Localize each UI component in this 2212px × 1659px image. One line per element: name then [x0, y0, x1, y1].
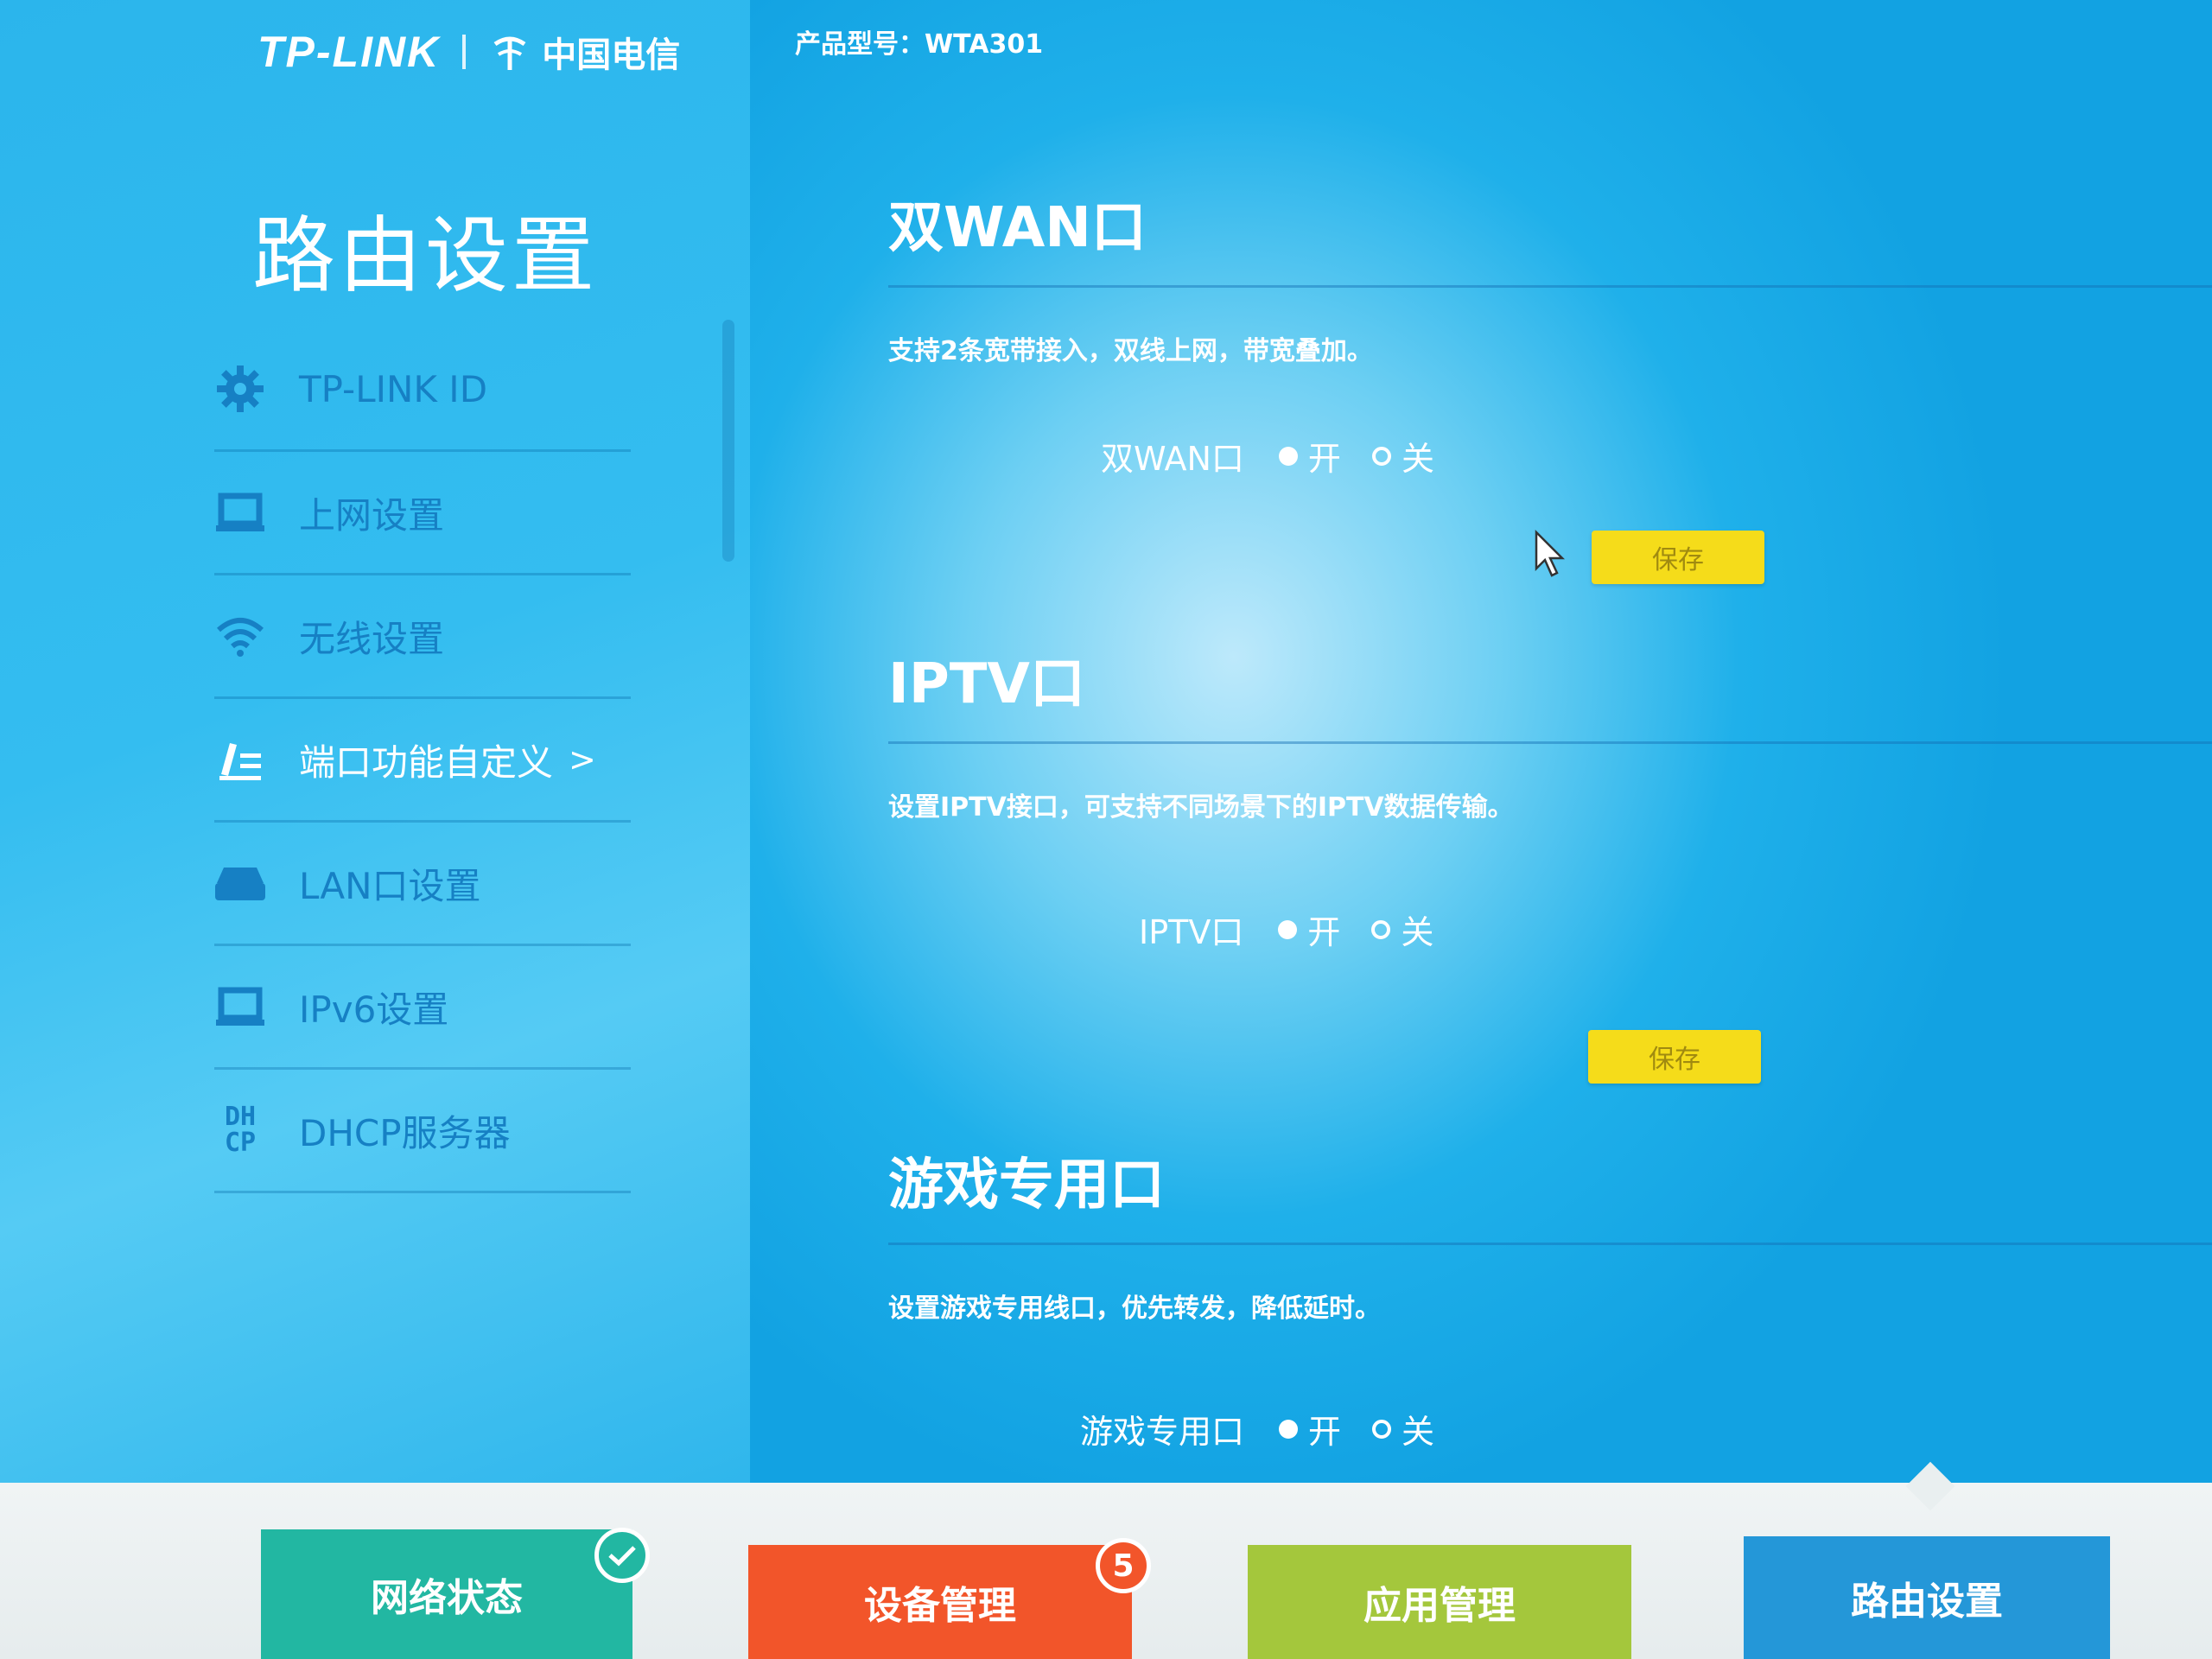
- radio-unselected-icon: [1371, 446, 1391, 466]
- main-panel: 产品型号：WTA301 双WAN口 支持2条宽带接入，双线上网，带宽叠加。 双W…: [750, 0, 2212, 1503]
- edit-list-icon: [214, 734, 266, 785]
- tab-label: 设备管理: [864, 1584, 1016, 1628]
- china-telecom-logo: 中国电信: [488, 27, 680, 77]
- sidebar-item-tplink-id[interactable]: TP-LINK ID: [214, 328, 631, 452]
- check-icon: [594, 1528, 650, 1583]
- monitor-icon: [214, 981, 266, 1033]
- section-divider: [888, 285, 2212, 288]
- section-title: 双WAN口: [888, 196, 1147, 260]
- tab-app-management[interactable]: 应用管理: [1248, 1545, 1631, 1659]
- toggle-label: 游戏专用口: [1080, 1413, 1245, 1451]
- iptv-toggle: IPTV口 开 关: [1139, 906, 1465, 953]
- brand-logo: TP-LINK 中国电信: [257, 26, 680, 78]
- dual-wan-save-button[interactable]: 保存: [1592, 531, 1764, 584]
- monitor-icon: [214, 486, 266, 538]
- section-dual-wan: 双WAN口 支持2条宽带接入，双线上网，带宽叠加。: [888, 183, 2212, 367]
- sidebar-item-label: IPv6设置: [299, 988, 449, 1031]
- sidebar-item-internet[interactable]: 上网设置: [214, 452, 631, 575]
- router-icon: [214, 857, 266, 909]
- gear-icon: [214, 363, 266, 415]
- radio-selected-icon: [1278, 446, 1298, 466]
- radio-unselected-icon: [1372, 1419, 1392, 1439]
- radio-label: 关: [1401, 440, 1434, 478]
- mouse-cursor-icon: [1535, 529, 1566, 577]
- dhcp-icon-line1: DH: [224, 1102, 257, 1132]
- section-game-port: 游戏专用口 设置游戏专用线口，优先转发，降低延时。: [888, 1141, 2212, 1325]
- tab-label: 应用管理: [1363, 1584, 1516, 1628]
- section-title: 游戏专用口: [888, 1154, 1165, 1217]
- sidebar-item-wireless[interactable]: 无线设置: [214, 575, 631, 699]
- sidebar-item-ipv6[interactable]: IPv6设置: [214, 946, 631, 1070]
- radio-selected-icon: [1279, 1419, 1299, 1439]
- dhcp-icon: DH CP: [214, 1104, 266, 1156]
- dual-wan-toggle: 双WAN口 开 关: [1101, 432, 1465, 480]
- sidebar: TP-LINK 中国电信 路由设置 TP-LINK ID 上网设置 无线设置 端…: [0, 0, 750, 1486]
- device-count-badge: 5: [1096, 1538, 1151, 1593]
- game-port-on-radio[interactable]: 开: [1279, 1405, 1341, 1452]
- radio-unselected-icon: [1371, 919, 1391, 939]
- radio-label: 开: [1307, 913, 1341, 951]
- sidebar-item-lan[interactable]: LAN口设置: [214, 823, 631, 946]
- section-description: 设置IPTV接口，可支持不同场景下的IPTV数据传输。: [888, 792, 1514, 823]
- sidebar-item-port-custom[interactable]: 端口功能自定义 >: [214, 699, 631, 823]
- sidebar-nav: TP-LINK ID 上网设置 无线设置 端口功能自定义 > LAN口设置 IP…: [214, 328, 631, 1193]
- radio-label: 开: [1308, 1413, 1342, 1451]
- game-port-toggle: 游戏专用口 开 关: [1080, 1405, 1465, 1452]
- tab-router-settings[interactable]: 路由设置: [1744, 1536, 2110, 1659]
- section-title: IPTV口: [888, 652, 1085, 716]
- sidebar-title: 路由设置: [252, 207, 598, 304]
- toggle-label: IPTV口: [1139, 913, 1244, 951]
- radio-label: 关: [1402, 1413, 1435, 1451]
- sidebar-item-label: 端口功能自定义: [299, 741, 554, 784]
- dual-wan-on-radio[interactable]: 开: [1278, 432, 1341, 480]
- tab-network-status[interactable]: 网络状态: [261, 1529, 632, 1659]
- iptv-save-button[interactable]: 保存: [1588, 1030, 1761, 1084]
- sidebar-scrollbar[interactable]: [722, 320, 734, 562]
- sidebar-item-label: LAN口设置: [299, 864, 481, 907]
- china-telecom-icon: [493, 36, 526, 70]
- sidebar-item-label: 无线设置: [299, 617, 445, 660]
- brand-divider: [462, 35, 467, 69]
- toggle-label: 双WAN口: [1101, 440, 1244, 478]
- sidebar-item-label: TP-LINK ID: [299, 367, 488, 410]
- iptv-off-radio[interactable]: 关: [1371, 906, 1433, 953]
- china-telecom-name: 中国电信: [542, 35, 681, 75]
- section-iptv: IPTV口 设置IPTV接口，可支持不同场景下的IPTV数据传输。: [888, 639, 2212, 823]
- radio-selected-icon: [1278, 919, 1298, 939]
- iptv-on-radio[interactable]: 开: [1278, 906, 1340, 953]
- tab-label: 路由设置: [1851, 1580, 2003, 1624]
- radio-label: 开: [1307, 440, 1341, 478]
- sidebar-item-label: DHCP服务器: [299, 1111, 511, 1154]
- section-description: 支持2条宽带接入，双线上网，带宽叠加。: [888, 336, 1373, 366]
- tab-label: 网络状态: [371, 1576, 523, 1620]
- dual-wan-off-radio[interactable]: 关: [1371, 432, 1434, 480]
- section-divider: [888, 741, 2212, 744]
- sidebar-item-label: 上网设置: [299, 493, 445, 537]
- section-divider: [888, 1243, 2212, 1245]
- wifi-icon: [214, 610, 266, 662]
- chevron-right-icon: >: [569, 741, 596, 779]
- tab-device-management[interactable]: 设备管理: [748, 1545, 1132, 1659]
- game-port-off-radio[interactable]: 关: [1372, 1405, 1434, 1452]
- section-description: 设置游戏专用线口，优先转发，降低延时。: [888, 1294, 1381, 1324]
- tplink-logo: TP-LINK: [257, 28, 441, 76]
- dhcp-icon-line2: CP: [224, 1128, 257, 1158]
- product-model: 产品型号：WTA301: [795, 29, 1044, 60]
- radio-label: 关: [1401, 913, 1434, 951]
- sidebar-item-dhcp[interactable]: DH CP DHCP服务器: [214, 1070, 631, 1193]
